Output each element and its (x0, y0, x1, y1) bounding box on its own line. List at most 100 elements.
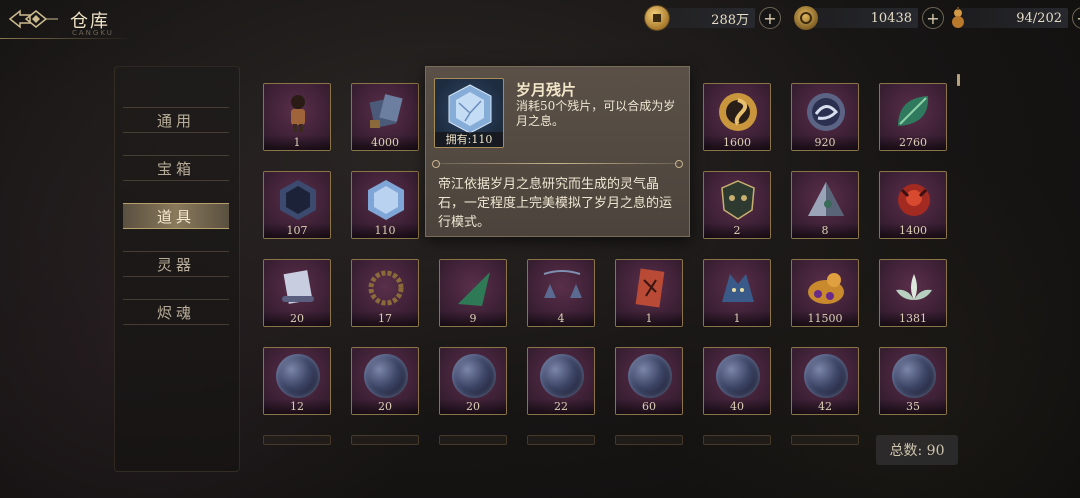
item-slot[interactable]: 4000 (351, 83, 419, 151)
category-sidebar: 通用 宝箱 道具 灵器 烬魂 (114, 66, 240, 472)
item-count: 2760 (880, 135, 946, 150)
item-count: 20 (264, 311, 330, 326)
item-slot[interactable]: 110 (351, 171, 419, 239)
item-slot[interactable]: 1 (703, 259, 771, 327)
tab-label: 烬魂 (156, 303, 195, 322)
green-shard-icon (458, 272, 490, 306)
spirit-orb-icon (540, 354, 584, 398)
item-slot[interactable]: 920 (791, 83, 859, 151)
tooltip-item-name: 岁月残片 (516, 81, 577, 99)
bead-bracelet-icon (368, 270, 404, 306)
tooltip-owned-count: 拥有:110 (435, 132, 503, 147)
add-stamina-button[interactable]: + (1072, 7, 1080, 29)
item-slot[interactable]: 20 (263, 259, 331, 327)
wolf-spirit-icon (722, 274, 754, 302)
page-subtitle: CANGKU (72, 29, 114, 37)
item-count: 1 (616, 311, 682, 326)
item-slot[interactable]: 1400 (879, 171, 947, 239)
item-slot[interactable]: 20 (439, 347, 507, 415)
item-count: 1 (264, 135, 330, 150)
spirit-orb-icon (276, 354, 320, 398)
item-slot-partial (439, 435, 507, 445)
item-count: 12 (264, 399, 330, 414)
tab-items[interactable]: 道具 (123, 203, 229, 229)
item-slot[interactable]: 12 (263, 347, 331, 415)
item-slot[interactable]: 40 (703, 347, 771, 415)
tab-chests[interactable]: 宝箱 (123, 155, 229, 181)
lotus-icon (896, 274, 932, 300)
item-slot[interactable]: 8 (791, 171, 859, 239)
tooltip-item-lore: 帝江依据岁月之息研究而生成的灵气晶石，一定程度上完美模拟了岁月之息的运行模式。 (438, 177, 673, 230)
paper-scroll-icon (282, 270, 314, 304)
item-slot[interactable]: 22 (527, 347, 595, 415)
dragon-medallion-icon (807, 93, 845, 131)
character-figure-icon (291, 95, 305, 132)
spirit-orb-icon (364, 354, 408, 398)
currency-coin: 288万 + (645, 6, 781, 30)
add-coin-button[interactable]: + (759, 7, 781, 29)
currency-stamina: 94/202 + (946, 7, 1080, 29)
spirit-orb-icon (716, 354, 760, 398)
tab-general[interactable]: 通用 (123, 107, 229, 133)
item-slot[interactable]: 1 (615, 259, 683, 327)
item-count: 40 (704, 399, 770, 414)
item-slot[interactable]: 1600 (703, 83, 771, 151)
item-count: 8 (792, 223, 858, 238)
mask-shield-icon (721, 180, 755, 220)
spirit-orb-icon (892, 354, 936, 398)
tooltip-item-frame: 拥有:110 (434, 78, 504, 148)
item-slot[interactable]: 107 (263, 171, 331, 239)
item-count: 42 (792, 399, 858, 414)
item-slot[interactable]: 4 (527, 259, 595, 327)
item-count: 110 (352, 223, 418, 238)
item-count: 1 (704, 311, 770, 326)
item-count: 20 (440, 399, 506, 414)
item-count: 107 (264, 223, 330, 238)
item-count: 22 (528, 399, 594, 414)
item-slot-partial (791, 435, 859, 445)
item-slot[interactable]: 2 (703, 171, 771, 239)
item-count: 9 (440, 311, 506, 326)
item-slot[interactable]: 20 (351, 347, 419, 415)
item-slot[interactable]: 17 (351, 259, 419, 327)
back-button[interactable] (6, 6, 60, 32)
item-count: 2 (704, 223, 770, 238)
blue-crystal-icon (368, 180, 404, 220)
tab-artifacts[interactable]: 灵器 (123, 251, 229, 277)
item-count: 60 (616, 399, 682, 414)
red-talisman-icon (635, 268, 665, 308)
pyramid-gem-icon (808, 182, 844, 216)
item-count: 4000 (352, 135, 418, 150)
item-tooltip: 拥有:110 岁月残片 消耗50个残片，可以合成为岁月之息。 帝江依据岁月之息研… (425, 66, 690, 237)
item-count: 920 (792, 135, 858, 150)
coin-value: 288万 (659, 8, 755, 28)
item-slot[interactable]: 35 (879, 347, 947, 415)
total-count: 总数: 90 (876, 435, 958, 465)
chime-bells-icon (543, 270, 582, 298)
scrollbar-thumb[interactable] (957, 74, 960, 86)
blue-crystal-icon (448, 84, 492, 134)
item-slot[interactable]: 11500 (791, 259, 859, 327)
item-slot[interactable]: 9 (439, 259, 507, 327)
item-slot-partial (263, 435, 331, 445)
item-slot[interactable]: 42 (791, 347, 859, 415)
item-slot[interactable]: 60 (615, 347, 683, 415)
golden-swirl-coin-icon (719, 93, 757, 131)
tab-label: 通用 (156, 111, 195, 130)
item-count: 20 (352, 399, 418, 414)
scroll-book-icon (369, 94, 403, 129)
item-slot-partial (527, 435, 595, 445)
green-leaf-icon (898, 96, 929, 126)
item-slot[interactable]: 1 (263, 83, 331, 151)
stamina-value: 94/202 (960, 8, 1068, 28)
item-slot[interactable]: 1381 (879, 259, 947, 327)
item-count: 1400 (880, 223, 946, 238)
item-slot-partial (703, 435, 771, 445)
item-count: 1600 (704, 135, 770, 150)
add-jade-button[interactable]: + (922, 7, 944, 29)
gourd-icon (946, 6, 970, 30)
tooltip-item-description: 消耗50个残片，可以合成为岁月之息。 (516, 99, 676, 128)
tab-embers[interactable]: 烬魂 (123, 299, 229, 325)
item-slot[interactable]: 2760 (879, 83, 947, 151)
top-bar: 仓库 CANGKU 288万 + 10438 + 94/202 + (0, 0, 1080, 40)
